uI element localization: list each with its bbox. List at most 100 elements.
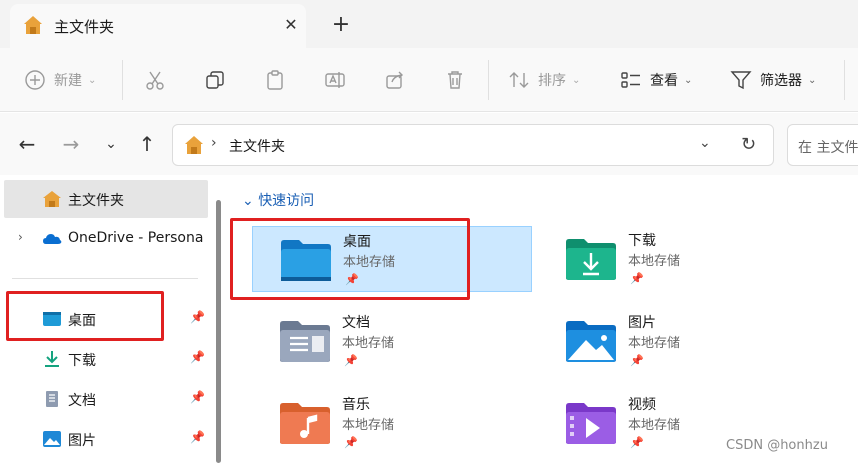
clipboard-icon	[267, 70, 283, 90]
sidebar-scrollbar[interactable]	[216, 200, 221, 463]
pin-icon: 📌	[630, 272, 644, 285]
filter-button[interactable]: 筛选器 ⌄	[730, 64, 816, 96]
new-label: 新建	[54, 73, 82, 89]
onedrive-icon	[43, 234, 62, 244]
sidebar-item-documents[interactable]: 文档 📌	[4, 380, 208, 418]
breadcrumb-separator: ›	[211, 135, 217, 151]
chevron-down-icon: ⌄	[684, 74, 693, 86]
sidebar-item-pictures[interactable]: 图片 📌	[4, 420, 208, 458]
pin-icon: 📌	[630, 354, 644, 367]
pin-icon: 📌	[190, 350, 205, 364]
tile-pictures[interactable]: 图片 本地存储 📌	[538, 308, 818, 374]
sort-label: 排序	[538, 73, 566, 89]
watermark: CSDN @honhzu	[726, 438, 828, 453]
tile-name: 图片	[628, 315, 656, 331]
tab-home-folder[interactable]: 主文件夹 ✕	[10, 4, 306, 48]
search-placeholder: 在 主文件夹	[798, 140, 858, 156]
highlight-box-desktop-sidebar	[6, 291, 164, 341]
tile-downloads[interactable]: 下载 本地存储 📌	[538, 226, 818, 292]
tile-name: 文档	[342, 315, 370, 331]
cut-button[interactable]	[144, 64, 166, 96]
trash-icon	[448, 71, 462, 89]
rename-icon	[325, 72, 345, 88]
back-button[interactable]: ←	[14, 133, 40, 157]
pin-icon: 📌	[190, 310, 205, 324]
chevron-down-icon: ⌄	[242, 193, 254, 209]
address-history-dropdown[interactable]: ⌄	[699, 135, 711, 151]
sidebar-item-label: 文档	[68, 393, 96, 409]
section-title: 快速访问	[258, 193, 315, 209]
search-input[interactable]: 在 主文件夹	[787, 124, 858, 166]
recent-locations-button[interactable]: ⌄	[98, 133, 124, 157]
tile-location: 本地存储	[628, 254, 681, 269]
filter-icon	[730, 71, 752, 90]
quick-access-header[interactable]: ⌄ 快速访问	[242, 190, 314, 210]
sort-button[interactable]: 排序 ⌄	[508, 64, 580, 96]
pictures-icon	[43, 431, 61, 447]
highlight-box-desktop-tile	[230, 218, 470, 300]
scissors-icon	[146, 71, 164, 90]
divider	[844, 60, 845, 100]
title-bar: 主文件夹 ✕ +	[0, 0, 858, 48]
divider	[122, 60, 123, 100]
home-icon	[43, 191, 61, 207]
sidebar-item-label: OneDrive - Persona	[68, 230, 204, 246]
chevron-down-icon: ⌄	[88, 74, 97, 86]
tile-location: 本地存储	[342, 418, 395, 433]
pin-icon: 📌	[190, 430, 205, 444]
rename-button[interactable]	[324, 64, 346, 96]
tile-name: 下载	[628, 233, 656, 249]
breadcrumb-home[interactable]: 主文件夹	[229, 136, 285, 156]
tile-location: 本地存储	[628, 418, 681, 433]
home-icon	[24, 16, 42, 34]
chevron-right-icon[interactable]: ›	[18, 230, 23, 244]
tile-name: 视频	[628, 397, 656, 413]
plus-circle-icon	[25, 70, 45, 90]
documents-icon	[46, 391, 58, 407]
videos-folder-icon	[566, 403, 616, 444]
pin-icon: 📌	[190, 390, 205, 404]
up-button[interactable]: ↑	[134, 133, 160, 157]
download-icon	[45, 351, 59, 367]
downloads-folder-icon	[566, 239, 616, 280]
pin-icon: 📌	[630, 436, 644, 449]
tile-documents[interactable]: 文档 本地存储 📌	[252, 308, 532, 374]
music-folder-icon	[280, 403, 330, 444]
command-bar: 新建 ⌄ 排序 ⌄ 查看 ⌄ 筛选器 ⌄	[0, 48, 858, 112]
documents-folder-icon	[280, 321, 330, 362]
new-tab-button[interactable]: +	[328, 12, 354, 38]
sidebar-item-onedrive[interactable]: › OneDrive - Persona	[4, 220, 208, 258]
close-icon[interactable]: ✕	[280, 14, 302, 36]
tile-name: 音乐	[342, 397, 370, 413]
home-icon	[185, 136, 203, 154]
filter-label: 筛选器	[760, 73, 802, 89]
pin-icon: 📌	[344, 436, 358, 449]
sort-icon	[509, 72, 529, 88]
divider	[488, 60, 489, 100]
tile-location: 本地存储	[342, 336, 395, 351]
sidebar-divider	[12, 278, 198, 279]
pictures-folder-icon	[566, 321, 616, 362]
sidebar-item-downloads[interactable]: 下载 📌	[4, 340, 208, 378]
pin-icon: 📌	[344, 354, 358, 367]
sidebar-item-label: 主文件夹	[68, 193, 124, 209]
chevron-down-icon: ⌄	[572, 74, 581, 86]
new-button[interactable]: 新建 ⌄	[24, 64, 96, 96]
refresh-icon[interactable]: ↻	[741, 134, 756, 155]
view-label: 查看	[650, 73, 678, 89]
sidebar-item-label: 下载	[68, 353, 96, 369]
address-row: ← → ⌄ ↑ › 主文件夹 ⌄ ↻ 在 主文件夹	[0, 113, 858, 175]
delete-button[interactable]	[444, 64, 466, 96]
copy-button[interactable]	[204, 64, 226, 96]
view-button[interactable]: 查看 ⌄	[620, 64, 692, 96]
tab-title: 主文件夹	[54, 18, 115, 36]
sidebar-item-home[interactable]: 主文件夹	[4, 180, 208, 218]
address-bar[interactable]: › 主文件夹 ⌄ ↻	[172, 124, 774, 166]
tile-music[interactable]: 音乐 本地存储 📌	[252, 390, 532, 456]
forward-button[interactable]: →	[58, 133, 84, 157]
share-icon	[386, 71, 403, 89]
share-button[interactable]	[384, 64, 406, 96]
tile-location: 本地存储	[628, 336, 681, 351]
copy-icon	[206, 71, 224, 89]
paste-button[interactable]	[264, 64, 286, 96]
